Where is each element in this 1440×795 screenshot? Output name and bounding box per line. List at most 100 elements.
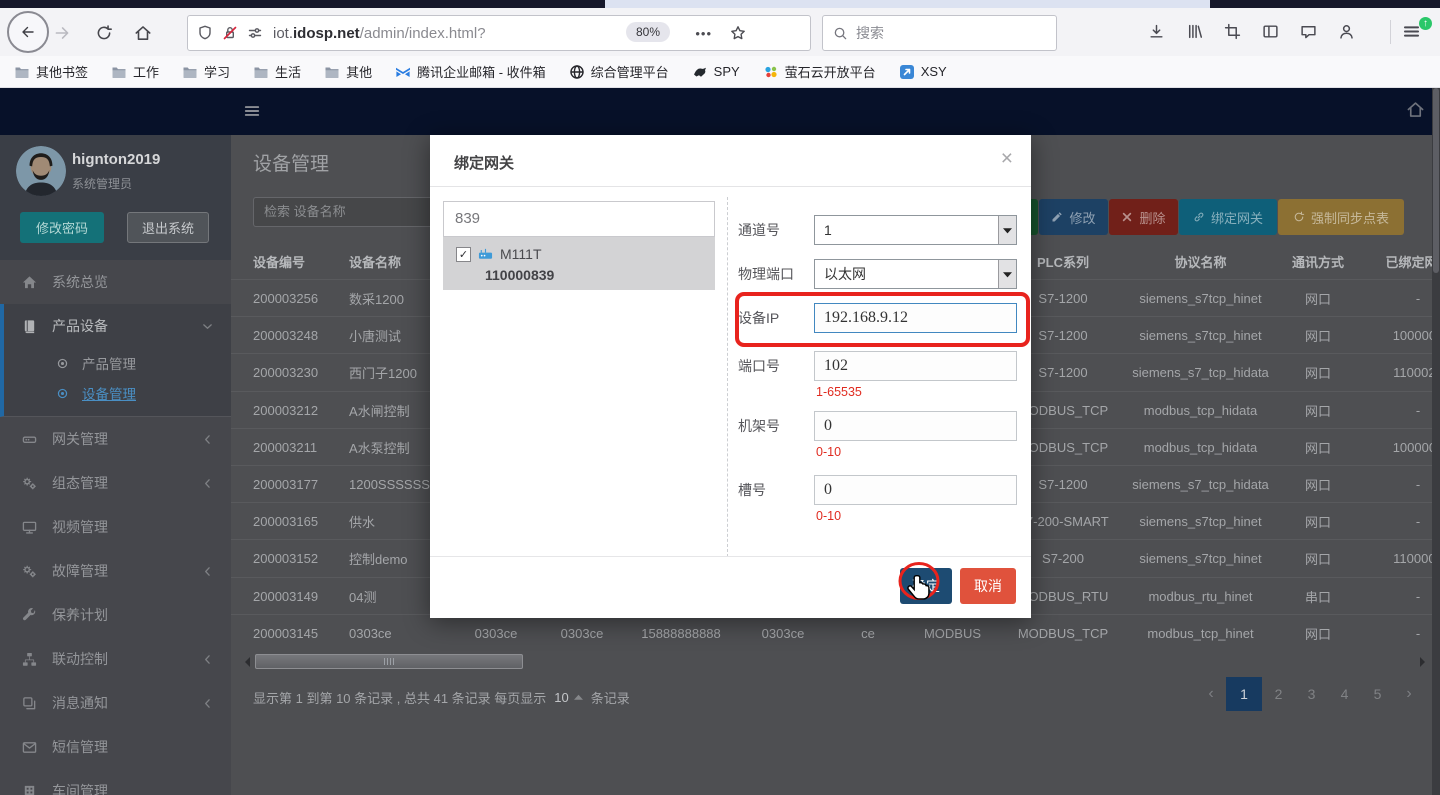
app-home-icon[interactable] (1406, 100, 1425, 119)
caret-down-icon[interactable] (998, 216, 1016, 244)
messages-icon[interactable] (1300, 23, 1317, 40)
page-button-4[interactable]: 4 (1328, 677, 1361, 711)
shield-icon[interactable] (197, 25, 213, 41)
logout-button[interactable]: 退出系统 (127, 212, 209, 243)
change-password-button[interactable]: 修改密码 (20, 212, 104, 243)
sidebar-item-label: 组态管理 (52, 473, 108, 493)
home-button[interactable] (133, 23, 153, 43)
column-header[interactable]: 通讯方式 (1273, 243, 1363, 279)
table-cell: ce (829, 615, 907, 652)
window-scrollbar-thumb[interactable] (1433, 88, 1439, 273)
table-cell: 网口 (1273, 280, 1363, 317)
horizontal-scrollbar[interactable] (245, 653, 1425, 669)
sidebar-item-gateway-mgmt[interactable]: 网关管理 (0, 417, 231, 461)
column-header[interactable]: 设备编号 (245, 243, 341, 279)
sidebar-item-fault-mgmt[interactable]: 故障管理 (0, 549, 231, 593)
insecure-lock-icon[interactable] (222, 25, 238, 41)
sidebar-item-workshop-mgmt[interactable]: 车间管理 (0, 769, 231, 795)
sidebar-item-linkage-control[interactable]: 联动控制 (0, 637, 231, 681)
search-box[interactable]: 搜索 (822, 15, 1057, 51)
bookmark-work[interactable]: 工作 (111, 62, 159, 81)
page-button-3[interactable]: 3 (1295, 677, 1328, 711)
channel-select[interactable]: 1 (814, 215, 1017, 245)
caret-down-icon[interactable] (998, 260, 1016, 288)
page-actions-icon[interactable]: ••• (695, 26, 712, 41)
sidebar-item-label: 设备管理 (82, 383, 136, 403)
device-search-input[interactable]: 检索 设备名称 (253, 197, 433, 227)
physical-port-select[interactable]: 以太网 (814, 259, 1017, 289)
bookmark-other-bookmarks[interactable]: 其他书签 (14, 62, 88, 81)
page-button-2[interactable]: 2 (1262, 677, 1295, 711)
permissions-icon[interactable] (247, 25, 263, 41)
sidebar-item-overview[interactable]: 系统总览 (0, 260, 231, 304)
column-header[interactable]: 协议名称 (1128, 243, 1273, 279)
url-text: iot.idosp.net/admin/index.html? (273, 25, 486, 42)
bind-gateway-button[interactable]: 绑定网关 (1179, 199, 1277, 235)
page-size-select[interactable]: 10 (554, 690, 582, 705)
back-button[interactable] (7, 11, 49, 53)
window-titlebar (0, 0, 1440, 8)
screenshot-icon[interactable] (1224, 23, 1241, 40)
bookmark-study[interactable]: 学习 (182, 62, 230, 81)
url-bar[interactable]: iot.idosp.net/admin/index.html? 80% ••• (187, 15, 811, 51)
gateway-search-input[interactable]: 839 (443, 201, 715, 237)
delete-button[interactable]: 删除 (1109, 199, 1178, 235)
sidebar-item-maintenance-plan[interactable]: 保养计划 (0, 593, 231, 637)
bookmark-misc[interactable]: 其他 (324, 62, 372, 81)
chevron-down-icon (201, 320, 214, 333)
bookmark-life[interactable]: 生活 (253, 62, 301, 81)
bookmark-xsy[interactable]: XSY (899, 64, 947, 80)
zoom-badge[interactable]: 80% (626, 22, 670, 42)
sidebar-toggle-icon[interactable] (1262, 23, 1279, 40)
tencent-mail-icon (395, 64, 411, 80)
bookmark-mgmt-platform[interactable]: 综合管理平台 (569, 62, 669, 81)
scroll-left-arrow-icon[interactable] (245, 657, 250, 667)
next-page-button[interactable]: › (1394, 685, 1424, 703)
sidebar-item-product-mgmt[interactable]: 产品管理 (4, 348, 231, 378)
sidebar-collapse-icon[interactable] (243, 102, 261, 120)
slot-input[interactable]: 0 (814, 475, 1017, 505)
scroll-right-arrow-icon[interactable] (1420, 657, 1425, 667)
force-sync-button[interactable]: 强制同步点表 (1278, 199, 1404, 235)
gateway-checkbox[interactable]: ✓ (456, 247, 471, 262)
window-scrollbar[interactable] (1432, 88, 1440, 795)
bookmark-tencent-mail[interactable]: 腾讯企业邮箱 - 收件箱 (395, 62, 546, 81)
reload-button[interactable] (94, 23, 114, 43)
library-icon[interactable] (1186, 23, 1203, 40)
sidebar-item-device-mgmt[interactable]: 设备管理 (4, 378, 231, 408)
folder-icon (182, 64, 198, 80)
table-row[interactable]: 2000031450303ce0303ce0303ce1588888888803… (231, 614, 1440, 652)
sidebar-item-video-mgmt[interactable]: 视频管理 (0, 505, 231, 549)
cancel-button[interactable]: 取消 (960, 568, 1016, 604)
sidebar-item-sms-mgmt[interactable]: 短信管理 (0, 725, 231, 769)
highlight-annotation-box (735, 292, 1030, 347)
account-icon[interactable] (1338, 23, 1355, 40)
column-header[interactable]: 已绑定网关 (1363, 243, 1440, 279)
bookmark-label: 工作 (133, 62, 159, 81)
modal-divider (727, 197, 728, 557)
table-cell: - (1363, 615, 1440, 652)
download-icon[interactable] (1148, 23, 1165, 40)
sidebar-item-product-device[interactable]: 产品设备 (4, 304, 231, 348)
comments-icon (22, 696, 38, 711)
spy-icon (692, 64, 708, 80)
rack-input[interactable]: 0 (814, 411, 1017, 441)
bookmark-ys-cloud[interactable]: 萤石云开放平台 (763, 62, 876, 81)
sidebar-item-message-notify[interactable]: 消息通知 (0, 681, 231, 725)
sidebar-item-label: 短信管理 (52, 737, 108, 757)
prev-page-button[interactable]: ‹ (1196, 685, 1226, 703)
gateway-list-item[interactable]: ✓ M111T 110000839 (443, 237, 715, 290)
scrollbar-thumb[interactable] (255, 654, 523, 669)
bookmark-spy[interactable]: SPY (692, 64, 740, 80)
table-cell: 200003256 (245, 280, 341, 317)
sidebar-item-label: 产品管理 (82, 353, 136, 373)
page-button-5[interactable]: 5 (1361, 677, 1394, 711)
edit-button[interactable]: 修改 (1039, 199, 1108, 235)
folder-icon (14, 64, 30, 80)
port-input[interactable]: 102 (814, 351, 1017, 381)
modal-title: 绑定网关 (454, 152, 514, 173)
sidebar-item-config-mgmt[interactable]: 组态管理 (0, 461, 231, 505)
forward-button[interactable] (52, 23, 72, 43)
bookmark-star-icon[interactable] (730, 25, 746, 41)
page-button-1[interactable]: 1 (1226, 677, 1262, 711)
